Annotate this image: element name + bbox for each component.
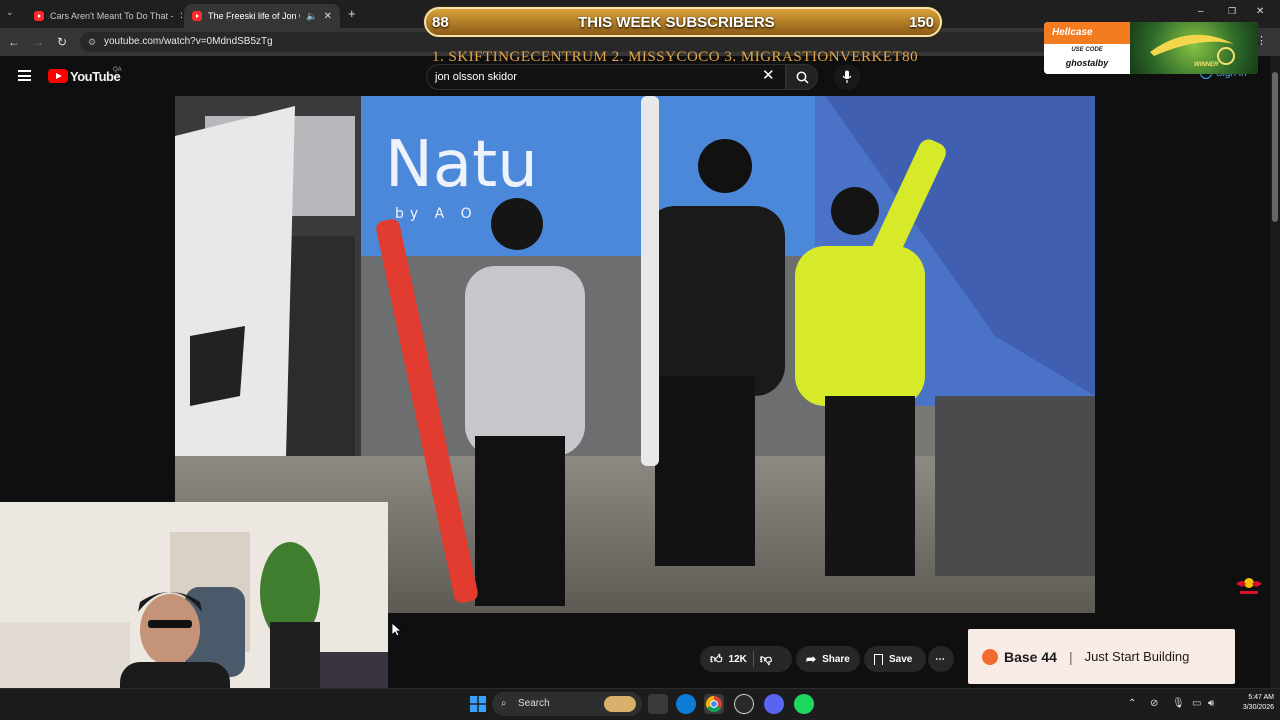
- obs-icon[interactable]: [734, 694, 754, 714]
- microphone-icon: [842, 70, 852, 83]
- discord-icon[interactable]: [764, 694, 784, 714]
- new-tab-icon[interactable]: +: [348, 6, 356, 21]
- more-actions-button[interactable]: ⋯: [928, 646, 954, 672]
- window-close-icon[interactable]: ✕: [1256, 6, 1264, 17]
- chrome-taskbar-button[interactable]: [704, 694, 724, 714]
- subs-count-left: 88: [432, 14, 449, 31]
- reload-icon[interactable]: ↻: [54, 34, 70, 50]
- tab-title: The Freeski life of Jon Olsso: [208, 11, 300, 21]
- edge-icon[interactable]: [676, 694, 696, 714]
- spotify-icon[interactable]: [794, 694, 814, 714]
- url-text: youtube.com/watch?v=0MdndSB5zTg: [104, 36, 273, 47]
- hellcase-brand: Hellcase: [1044, 22, 1130, 44]
- dislike-icon[interactable]: 👎︎: [760, 652, 772, 667]
- search-input[interactable]: jon olsson skidor: [426, 64, 786, 90]
- share-button[interactable]: ➦ Share: [796, 646, 860, 672]
- display-icon[interactable]: ▭: [1192, 698, 1201, 709]
- ad-brand: Base 44: [1004, 648, 1057, 665]
- windows-start-icon[interactable]: [470, 696, 486, 712]
- youtube-favicon-icon: [192, 11, 202, 21]
- top-subscribers-ticker: 1. SKIFTINGECENTRUM 2. MISSYCOCO 3. MIGR…: [432, 49, 919, 65]
- clock-date: 3/30/2026: [1242, 704, 1274, 711]
- subscriber-goal-bar: 88 THIS WEEK SUBSCRIBERS 150: [424, 7, 942, 37]
- search-button[interactable]: [786, 64, 818, 90]
- taskbar-search-label: Search: [518, 698, 550, 709]
- speaker-icon[interactable]: 🔈: [306, 11, 317, 22]
- subs-title: THIS WEEK SUBSCRIBERS: [578, 14, 775, 31]
- share-label: Share: [822, 653, 850, 665]
- scrollbar-thumb[interactable]: [1272, 72, 1278, 222]
- youtube-favicon-icon: [34, 11, 44, 21]
- network-icon[interactable]: ⊘: [1150, 698, 1158, 709]
- tab-close-icon[interactable]: ✕: [179, 11, 182, 22]
- browser-tab-active[interactable]: The Freeski life of Jon Olsso 🔈 ✕: [184, 4, 340, 28]
- taskbar-search-icon: ⌕: [501, 698, 507, 709]
- ad-separator: |: [1068, 648, 1073, 665]
- region-code: QA: [113, 67, 122, 73]
- forward-icon[interactable]: →: [30, 34, 46, 50]
- banner-subtext: by A O: [395, 206, 478, 222]
- more-actions-icon: ⋯: [935, 653, 945, 665]
- volume-icon[interactable]: 🔊︎: [1208, 698, 1214, 709]
- voice-search-button[interactable]: [834, 64, 860, 90]
- clock-time: 5:47 AM: [1248, 694, 1274, 701]
- save-button[interactable]: Save: [864, 646, 926, 672]
- subs-count-right: 150: [908, 14, 934, 31]
- browser-tab[interactable]: Cars Aren't Meant To Do That - ✕: [26, 4, 182, 28]
- mouse-cursor-icon: [392, 623, 402, 637]
- base44-ad-banner[interactable]: Base 44 | Just Start Building: [968, 629, 1235, 684]
- base44-logo-icon: [982, 648, 998, 665]
- search-icon: [796, 71, 809, 84]
- back-icon[interactable]: ←: [6, 34, 22, 50]
- hellcase-sponsor-banner: Hellcase USE CODE ghostalby WINNER: [1044, 22, 1258, 74]
- like-count[interactable]: 12K: [729, 654, 747, 665]
- chrome-icon: [705, 695, 722, 713]
- share-icon: ➦: [806, 652, 817, 666]
- tab-close-icon[interactable]: ✕: [324, 11, 332, 22]
- tab-title: Cars Aren't Meant To Do That -: [50, 11, 174, 21]
- menu-icon[interactable]: [18, 70, 31, 81]
- site-info-icon[interactable]: ⚙: [88, 32, 96, 52]
- youtube-logo-icon[interactable]: [48, 69, 68, 83]
- use-code-label: USE CODE: [1071, 47, 1103, 53]
- like-icon[interactable]: 👍︎: [710, 652, 723, 667]
- redbull-logo-icon: [1234, 574, 1264, 596]
- tray-chevron-icon[interactable]: ⌃: [1128, 698, 1136, 709]
- winner-label: WINNER: [1194, 62, 1219, 68]
- clear-search-icon[interactable]: ✕: [762, 66, 775, 84]
- bookmark-icon: [874, 653, 883, 665]
- save-label: Save: [889, 653, 913, 665]
- minimize-icon[interactable]: –: [1198, 6, 1204, 17]
- promo-code: ghostalby: [1065, 58, 1109, 68]
- tab-search-chevron-icon[interactable]: ⌄: [6, 7, 14, 18]
- system-clock[interactable]: 5:47 AM 3/30/2026: [1224, 693, 1274, 713]
- taskbar-search[interactable]: ⌕ Search: [492, 692, 642, 716]
- search-highlight-icon: [604, 696, 636, 712]
- banner-text: Natu: [385, 128, 538, 202]
- microphone-tray-icon[interactable]: 🎙︎: [1172, 698, 1185, 709]
- ad-tagline: Just Start Building: [1084, 649, 1190, 664]
- like-dislike-segment: 👍︎ 12K 👎︎: [700, 646, 792, 672]
- task-view-icon[interactable]: [648, 694, 668, 714]
- restore-icon[interactable]: ❐: [1228, 6, 1236, 17]
